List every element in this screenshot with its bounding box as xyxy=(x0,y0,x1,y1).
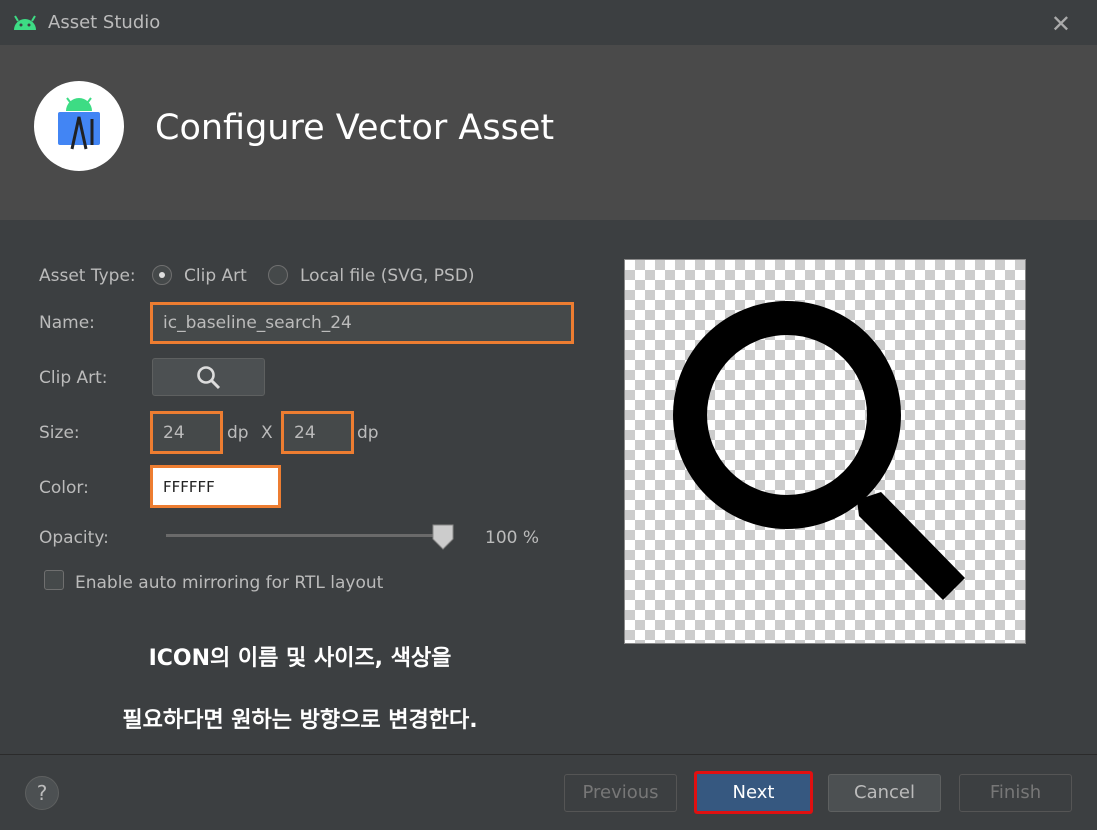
close-icon[interactable]: ✕ xyxy=(1051,10,1071,38)
android-icon xyxy=(14,15,36,30)
window-title: Asset Studio xyxy=(48,12,161,33)
next-button[interactable]: Next xyxy=(694,771,813,814)
height-unit: dp xyxy=(357,423,379,443)
help-button[interactable]: ? xyxy=(25,776,59,810)
height-input[interactable] xyxy=(281,411,354,454)
size-separator: X xyxy=(261,423,273,443)
opacity-slider-track[interactable] xyxy=(166,534,442,537)
wizard-header: Configure Vector Asset xyxy=(0,45,1097,220)
footer-divider xyxy=(0,754,1097,755)
auto-mirroring-label[interactable]: Enable auto mirroring for RTL layout xyxy=(75,573,383,593)
opacity-value: 100 % xyxy=(485,528,540,548)
name-input[interactable] xyxy=(150,302,574,344)
finish-button[interactable]: Finish xyxy=(959,774,1072,812)
color-input[interactable] xyxy=(150,465,281,508)
cancel-button[interactable]: Cancel xyxy=(828,774,941,812)
size-label: Size: xyxy=(39,423,80,443)
local-file-option-label[interactable]: Local file (SVG, PSD) xyxy=(300,266,475,286)
opacity-label: Opacity: xyxy=(39,528,109,548)
asset-type-label: Asset Type: xyxy=(39,266,136,286)
width-input[interactable] xyxy=(150,411,223,454)
local-file-radio[interactable] xyxy=(268,265,288,285)
clip-art-radio[interactable] xyxy=(152,265,172,285)
annotation-line-1: ICON의 이름 및 사이즈, 색상을 xyxy=(148,646,452,671)
title-bar: Asset Studio ✕ xyxy=(0,0,1097,45)
icon-preview xyxy=(624,259,1026,644)
color-label: Color: xyxy=(39,478,89,498)
page-title: Configure Vector Asset xyxy=(155,108,555,148)
previous-button[interactable]: Previous xyxy=(564,774,677,812)
opacity-slider-thumb[interactable] xyxy=(432,524,454,550)
search-icon xyxy=(197,366,221,390)
clip-art-button[interactable] xyxy=(152,358,265,396)
clip-art-option-label[interactable]: Clip Art xyxy=(184,266,247,286)
width-unit: dp xyxy=(227,423,249,443)
clip-art-label: Clip Art: xyxy=(39,368,108,388)
search-icon xyxy=(673,301,965,600)
name-label: Name: xyxy=(39,313,95,333)
annotation-line-2: 필요하다면 원하는 방향으로 변경한다. xyxy=(122,708,478,733)
android-studio-logo-icon xyxy=(34,81,124,171)
auto-mirroring-checkbox[interactable] xyxy=(44,570,64,590)
